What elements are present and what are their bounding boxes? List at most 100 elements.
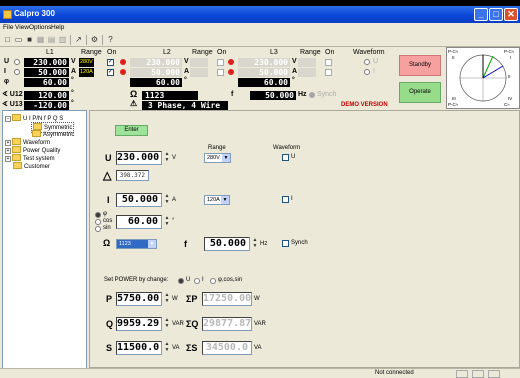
- l2-current-on-checkbox[interactable]: [217, 69, 224, 76]
- set-power-phi-radio[interactable]: [210, 278, 216, 284]
- minimize-button[interactable]: _: [474, 8, 488, 21]
- standby-button[interactable]: Standby: [399, 55, 441, 76]
- phasor-diagram: P-C≈ P-C≈ II I II III IV P-C≈ C≈: [446, 47, 520, 109]
- frequency-input[interactable]: 50.000: [204, 237, 250, 251]
- unit-v: V: [292, 58, 297, 65]
- title-bar: Calpro 300 _ □ ✕: [0, 6, 520, 23]
- waveform-u-checkbox[interactable]: [282, 154, 289, 161]
- col-header-range: Range: [300, 49, 321, 56]
- i-label: I: [107, 195, 110, 205]
- current-range-value: 120A: [207, 197, 220, 203]
- col-header-l3: L3: [270, 49, 278, 56]
- maximize-button[interactable]: □: [489, 8, 503, 21]
- save-icon[interactable]: ■: [25, 35, 34, 44]
- q-label: Q: [106, 319, 114, 329]
- folder-icon: [12, 146, 21, 153]
- l1-voltage-on-checkbox[interactable]: ✓: [107, 59, 114, 66]
- sum-q-label: ΣQ: [186, 319, 199, 329]
- l3-i-indicator: [228, 69, 234, 75]
- menu-help[interactable]: Help: [51, 24, 64, 31]
- set-power-u-label: U: [186, 277, 191, 283]
- settings-panel: Enter Range Waveform U 230.000 ▲ ▼ V 280V…: [89, 110, 520, 368]
- set-power-label: Set POWER by change:: [104, 277, 169, 283]
- status-bar: Not connected: [0, 368, 520, 378]
- synch-indicator: [309, 92, 315, 98]
- reactive-power-spinner[interactable]: ▲ ▼: [163, 317, 171, 331]
- operate-button[interactable]: Operate: [399, 82, 441, 103]
- connection-display: 3 Phase, 4 Wire: [142, 101, 228, 110]
- sum-active-power-unit: W: [254, 296, 260, 302]
- synch-checkbox[interactable]: [282, 240, 289, 247]
- sum-apparent-power: 34500.0: [202, 341, 252, 355]
- apparent-power-spinner[interactable]: ▲ ▼: [163, 341, 171, 355]
- l2-voltage-on-checkbox[interactable]: [217, 59, 224, 66]
- status-panel: [488, 370, 500, 378]
- frequency-spinner[interactable]: ▲ ▼: [251, 237, 259, 251]
- quadrant-label: II: [508, 74, 511, 79]
- set-power-phi-label: φ,cos,sin: [218, 277, 243, 283]
- settings-icon[interactable]: ⚙: [90, 35, 99, 44]
- col-header-on: On: [217, 49, 227, 56]
- open-icon[interactable]: ▭: [14, 35, 23, 44]
- current-range-select[interactable]: 120A ▼: [204, 195, 230, 205]
- voltage-spinner[interactable]: ▲ ▼: [163, 151, 171, 165]
- new-icon[interactable]: □: [3, 35, 12, 44]
- ohm-select-value: 1123: [119, 241, 131, 247]
- sin-radio[interactable]: [95, 226, 101, 232]
- phi-radio[interactable]: [95, 212, 101, 218]
- active-power-input[interactable]: 5750.00: [116, 292, 162, 306]
- set-power-i-radio[interactable]: [194, 278, 200, 284]
- phase-angle-input[interactable]: 60.00: [116, 215, 162, 229]
- menu-options[interactable]: Options: [29, 24, 51, 31]
- row-label-u: U: [4, 58, 10, 65]
- print-icon[interactable]: ▦: [36, 35, 45, 44]
- reactive-power-input[interactable]: 9959.29: [116, 317, 162, 331]
- set-power-u-radio[interactable]: [178, 278, 184, 284]
- l3-current-on-checkbox[interactable]: [325, 69, 332, 76]
- voltage-range-select[interactable]: 280V ▼: [204, 153, 231, 163]
- l1-current-on-checkbox[interactable]: ✓: [107, 69, 114, 76]
- menu-file[interactable]: File: [3, 24, 13, 31]
- sin-option-label: sin: [103, 225, 111, 231]
- quadrant-label: II: [452, 55, 455, 60]
- col-header-l2: L2: [163, 49, 171, 56]
- help-icon[interactable]: ?: [106, 35, 115, 44]
- tree-item-customer[interactable]: Customer: [13, 162, 50, 171]
- cos-radio[interactable]: [95, 219, 101, 225]
- folder-icon: [12, 138, 21, 145]
- waveform-i-radio[interactable]: [364, 69, 370, 75]
- voltage-input[interactable]: 230.000: [116, 151, 162, 165]
- ohm-select[interactable]: 1123 ▼: [116, 239, 157, 249]
- apparent-power-unit: VA: [172, 345, 180, 351]
- l3-voltage-on-checkbox[interactable]: [325, 59, 332, 66]
- waveform-u-label: U: [291, 154, 296, 160]
- chevron-down-icon: ▼: [148, 240, 156, 248]
- l3-u-indicator: [228, 59, 234, 65]
- active-power-spinner[interactable]: ▲ ▼: [163, 292, 171, 306]
- apparent-power-input[interactable]: 11500.0: [116, 341, 162, 355]
- preview-icon[interactable]: ▤: [47, 35, 56, 44]
- l3-phase-display: 60.00: [238, 78, 290, 87]
- unit-deg: °: [71, 90, 74, 97]
- copy-icon[interactable]: ▥: [58, 35, 67, 44]
- sum-p-label: ΣP: [186, 294, 198, 304]
- close-button[interactable]: ✕: [504, 8, 518, 21]
- tree-item-label: Customer: [24, 164, 51, 170]
- waveform-i-checkbox[interactable]: [282, 196, 289, 203]
- current-input[interactable]: 50.000: [116, 193, 162, 207]
- tool-icon[interactable]: ↗: [74, 35, 83, 44]
- menu-view[interactable]: View: [15, 24, 29, 31]
- chevron-down-icon: ▼: [222, 154, 230, 162]
- current-spinner[interactable]: ▲ ▼: [163, 193, 171, 207]
- phase-angle-spinner[interactable]: ▲ ▼: [163, 215, 171, 229]
- waveform-u-radio[interactable]: [364, 59, 370, 65]
- p-label: P: [106, 294, 113, 304]
- sum-reactive-power: 29877.87: [202, 317, 252, 331]
- ohm-display: 1123: [142, 91, 198, 100]
- enter-button[interactable]: Enter: [115, 125, 148, 136]
- delta-value: 398.372: [116, 170, 149, 181]
- row-label-u12: ∢ U12: [2, 91, 23, 98]
- frequency-display: 50.000: [250, 91, 296, 100]
- u-label: U: [105, 153, 112, 163]
- cos-option-label: cos: [103, 218, 113, 224]
